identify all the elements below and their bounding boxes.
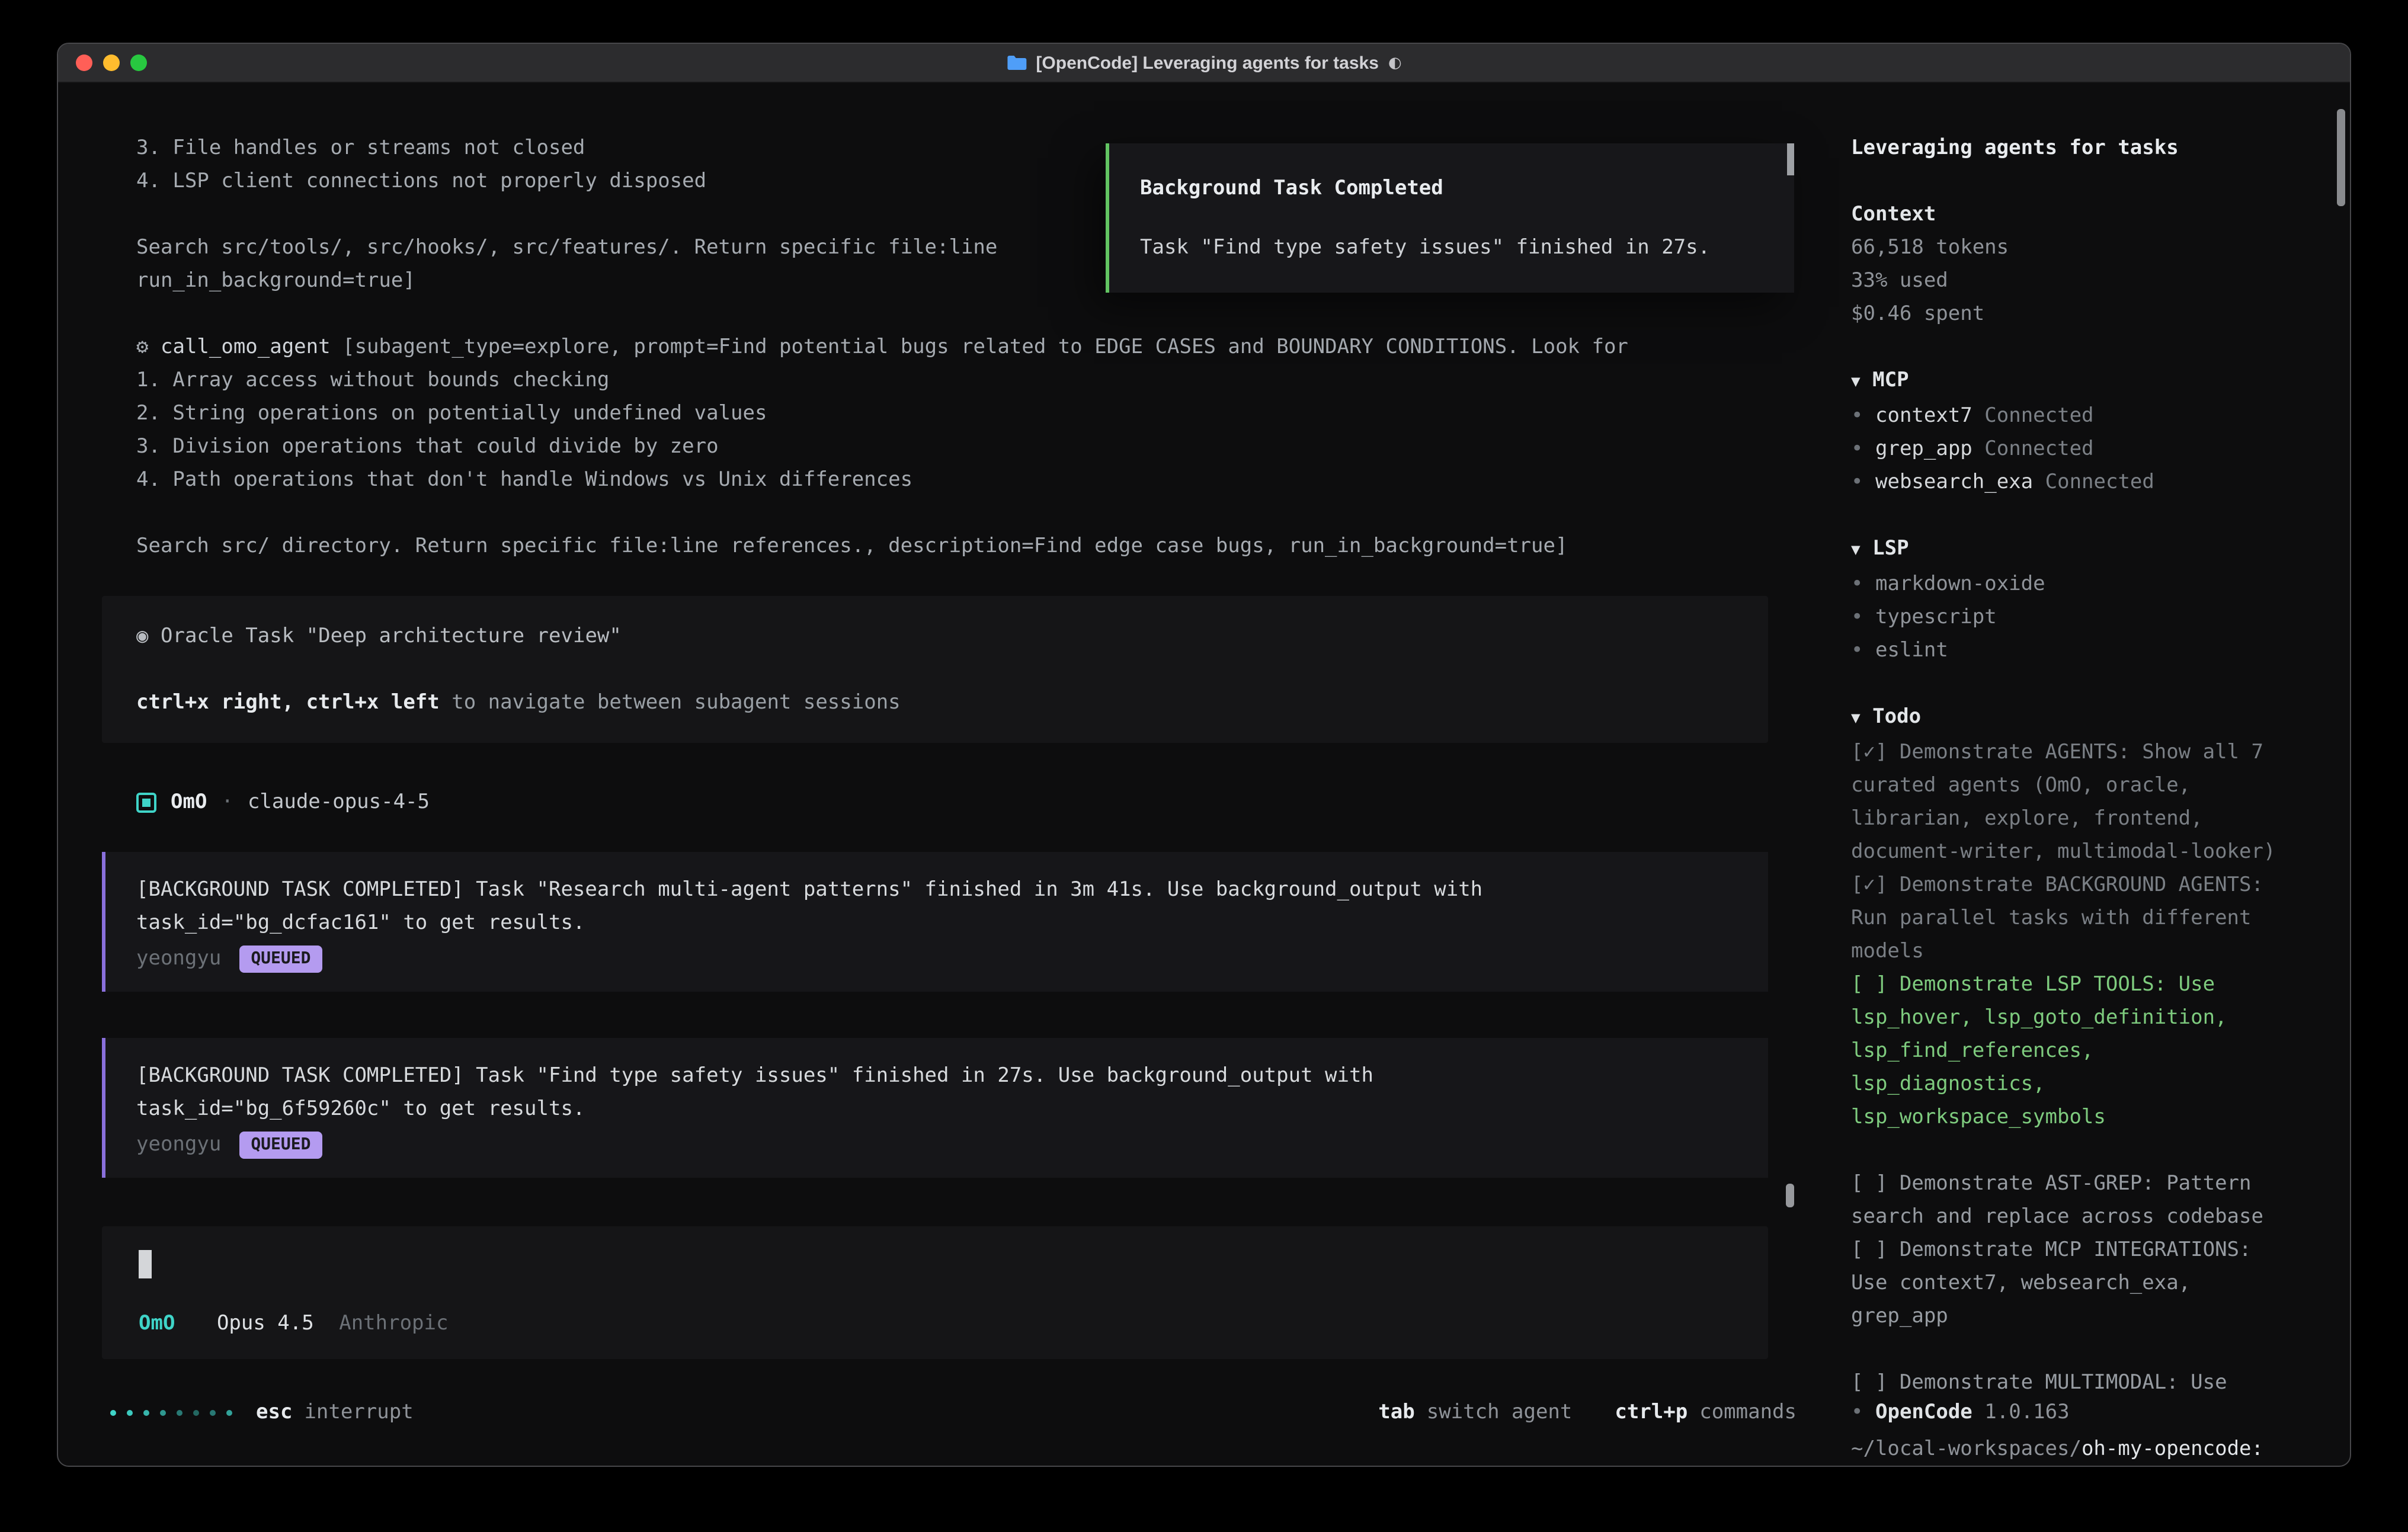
agent-header: OmO · claude-opus-4-5 [136,786,1768,819]
bullet-icon: • [1851,639,1863,662]
todo-section-header[interactable]: ▼ Todo [1851,700,2299,736]
window-content: 3. File handles or streams not closed 4.… [58,83,2350,1467]
transcript-line: Search src/ directory. Return specific f… [102,530,1768,563]
desktop: [OpenCode] Leveraging agents for tasks ◐… [0,0,2408,1532]
window-title-group: [OpenCode] Leveraging agents for tasks ◐ [1006,53,1401,73]
transcript-scrollbar[interactable] [1786,1184,1794,1207]
background-task-message: [BACKGROUND TASK COMPLETED] Task "Resear… [102,852,1768,992]
current-agent: OmO [139,1312,175,1335]
chat-transcript: 3. File handles or streams not closed 4.… [58,83,1827,1467]
session-title: Leveraging agents for tasks [1851,132,2299,165]
oracle-task-title: ◉ Oracle Task "Deep architecture review" [136,620,1744,653]
shortcut-keys: ctrl+x right, ctrl+x left [136,691,440,714]
message-author: yeongyu [136,942,221,975]
bullet-icon: • [1851,605,1863,629]
collapse-triangle-icon: ▼ [1851,710,1861,727]
transcript-line: 4. Path operations that don't handle Win… [102,463,1768,496]
lsp-section-header[interactable]: ▼ LSP [1851,532,2299,568]
bullet-icon: • [1851,404,1863,428]
message-author: yeongyu [136,1128,221,1161]
mcp-item: • websearch_exa Connected [1851,466,2299,499]
opencode-window: [OpenCode] Leveraging agents for tasks ◐… [57,43,2351,1467]
bullet-icon: • [1851,572,1863,596]
esc-key-hint: esc [256,1396,292,1429]
context-spent: $0.46 spent [1851,297,2299,331]
bullet-icon: • [1851,1400,1863,1424]
current-provider: Anthropic [339,1312,448,1335]
progress-dots [110,1409,232,1415]
message-line: task_id="bg_6f59260c" to get results. [136,1092,1744,1126]
message-line: [BACKGROUND TASK COMPLETED] Task "Find t… [136,1059,1744,1092]
agent-model: claude-opus-4-5 [248,786,430,819]
todo-item: [ ] Demonstrate MULTIMODAL: Use [1851,1366,2299,1399]
bullet-icon: • [1851,470,1863,494]
prompt-input[interactable]: OmO Opus 4.5 Anthropic [102,1226,1768,1359]
todo-item: [ ] Demonstrate AST-GREP: Pattern search… [1851,1167,2299,1233]
agent-name: OmO [171,786,207,819]
transcript-line: 1. Array access without bounds checking [102,364,1768,397]
message-meta: yeongyu QUEUED [136,1128,1744,1161]
mcp-item: • context7 Connected [1851,399,2299,432]
notification-toast[interactable]: Background Task Completed Task "Find typ… [1106,143,1794,293]
status-badge: QUEUED [239,945,322,972]
transcript-line: 2. String operations on potentially unde… [102,397,1768,430]
gear-icon: ⚙ [136,335,149,359]
window-title: [OpenCode] Leveraging agents for tasks [1036,53,1378,73]
app-version: • OpenCode 1.0.163 [1851,1396,2070,1429]
oracle-task-panel: ◉ Oracle Task "Deep architecture review"… [102,596,1768,743]
current-model: Opus 4.5 [217,1312,314,1335]
status-badge: QUEUED [239,1131,322,1158]
collapse-triangle-icon: ▼ [1851,541,1861,559]
ctrlp-key-label: commands [1699,1396,1797,1429]
workspace-path: ~/local-workspaces/oh-my-opencode: [1851,1432,2299,1466]
message-meta: yeongyu QUEUED [136,942,1744,975]
notification-title: Background Task Completed [1140,172,1763,205]
notification-scrollbar[interactable] [1787,143,1794,175]
transcript-line: 3. Division operations that could divide… [102,430,1768,463]
tool-call-line: ⚙ call_omo_agent [subagent_type=explore,… [102,331,1768,364]
tool-name: call_omo_agent [161,335,331,359]
tab-key-hint: tab [1378,1396,1414,1429]
background-task-message: [BACKGROUND TASK COMPLETED] Task "Find t… [102,1038,1768,1178]
todo-item: [✓] Demonstrate BACKGROUND AGENTS: Run p… [1851,868,2299,968]
esc-key-label: interrupt [304,1396,413,1429]
lsp-item: • eslint [1851,634,2299,667]
collapse-triangle-icon: ▼ [1851,373,1861,391]
tab-key-label: switch agent [1427,1396,1573,1429]
separator-dot: · [221,786,233,819]
mcp-item: • grep_app Connected [1851,432,2299,466]
todo-item: [ ] Demonstrate LSP TOOLS: Use lsp_hover… [1851,968,2299,1134]
mcp-section-header[interactable]: ▼ MCP [1851,364,2299,399]
todo-item: [✓] Demonstrate AGENTS: Show all 7 curat… [1851,736,2299,868]
lsp-item: • markdown-oxide [1851,568,2299,601]
tool-args: [subagent_type=explore, prompt=Find pote… [342,335,1628,359]
zoom-button[interactable] [130,55,147,71]
text-cursor [139,1250,152,1278]
ctrlp-key-hint: ctrl+p [1615,1396,1687,1429]
traffic-lights [58,55,147,71]
record-icon: ◉ [136,624,149,648]
close-button[interactable] [76,55,92,71]
message-line: [BACKGROUND TASK COMPLETED] Task "Resear… [136,873,1744,906]
input-meta: OmO Opus 4.5 Anthropic [136,1307,1744,1340]
window-titlebar[interactable]: [OpenCode] Leveraging agents for tasks ◐ [58,44,2350,83]
lsp-item: • typescript [1851,601,2299,634]
activity-icon: ◐ [1388,54,1402,72]
session-sidebar: Leveraging agents for tasks Context 66,5… [1827,83,2350,1467]
notification-body: Task "Find type safety issues" finished … [1140,231,1763,264]
bullet-icon: • [1851,437,1863,461]
todo-item: [ ] Demonstrate MCP INTEGRATIONS: Use co… [1851,1233,2299,1333]
minimize-button[interactable] [103,55,120,71]
sidebar-scrollbar[interactable] [2337,109,2345,206]
context-tokens: 66,518 tokens [1851,231,2299,264]
workspace-branch: master [1851,1466,2299,1467]
status-bar: esc interrupt tab switch agent ctrl+p co… [110,1396,1797,1429]
folder-icon [1006,55,1026,71]
agent-icon [136,792,156,812]
message-line: task_id="bg_dcfac161" to get results. [136,906,1744,940]
oracle-nav-hint: ctrl+x right, ctrl+x left to navigate be… [136,686,1744,719]
context-header: Context [1851,198,2299,231]
status-bar-right: tab switch agent ctrl+p commands [1378,1396,1797,1429]
context-used: 33% used [1851,264,2299,297]
